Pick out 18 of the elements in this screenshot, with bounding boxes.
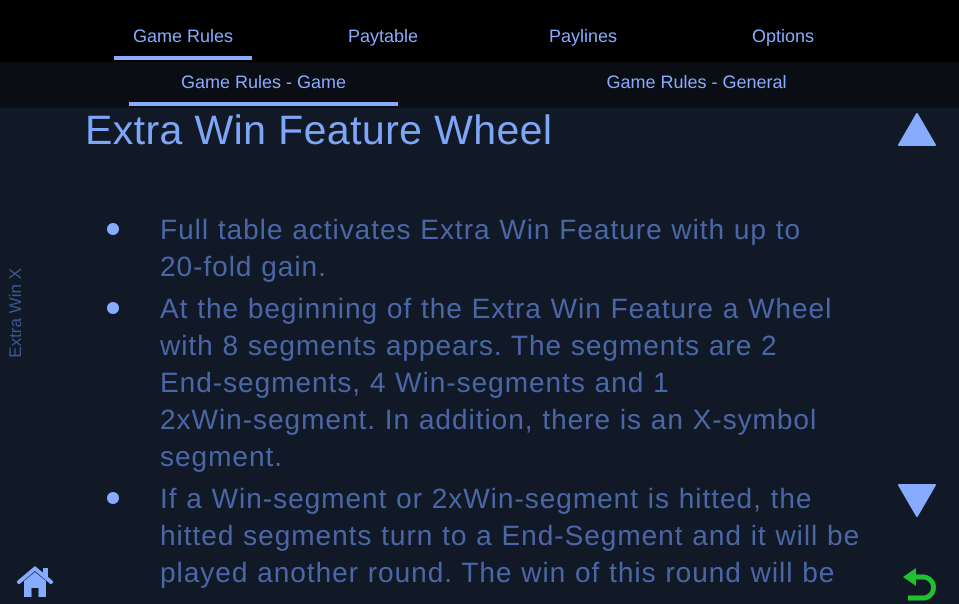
rule-text: At the beginning of the Extra Win Feature a Wheel with 8 segments appears. The segments are 2 End-segments, 4 Win-segments and 1 2xWin-segment. In addition, there is an X-symbol segment.: [160, 292, 834, 474]
rule-text: Full table activates Extra Win Feature with up to 20-fold gain.: [160, 213, 802, 284]
tab[interactable]: Paytable: [314, 24, 452, 60]
up-triangle-icon[interactable]: [897, 112, 937, 147]
home-icon[interactable]: [16, 565, 54, 597]
bullet-icon: [107, 302, 119, 314]
section-title: Extra Win Feature Wheel: [85, 110, 552, 151]
tab[interactable]: Game Rules - Game: [129, 71, 398, 106]
bullet-icon: [107, 223, 119, 235]
tab[interactable]: Paylines: [514, 24, 652, 60]
down-triangle-icon[interactable]: [897, 483, 937, 518]
tab[interactable]: Game Rules - General: [562, 71, 831, 106]
side-label: Extra Win X: [7, 268, 25, 358]
u-turn-arrow-icon[interactable]: [903, 568, 937, 603]
rule-text: If a Win-segment or 2xWin-segment is hitted, the hitted segments turn to a End-Segment and it will be played another round. The win of this round will be: [160, 482, 862, 590]
bullet-icon: [107, 492, 119, 504]
tab[interactable]: Game Rules: [114, 24, 252, 60]
tab[interactable]: Options: [714, 24, 852, 60]
